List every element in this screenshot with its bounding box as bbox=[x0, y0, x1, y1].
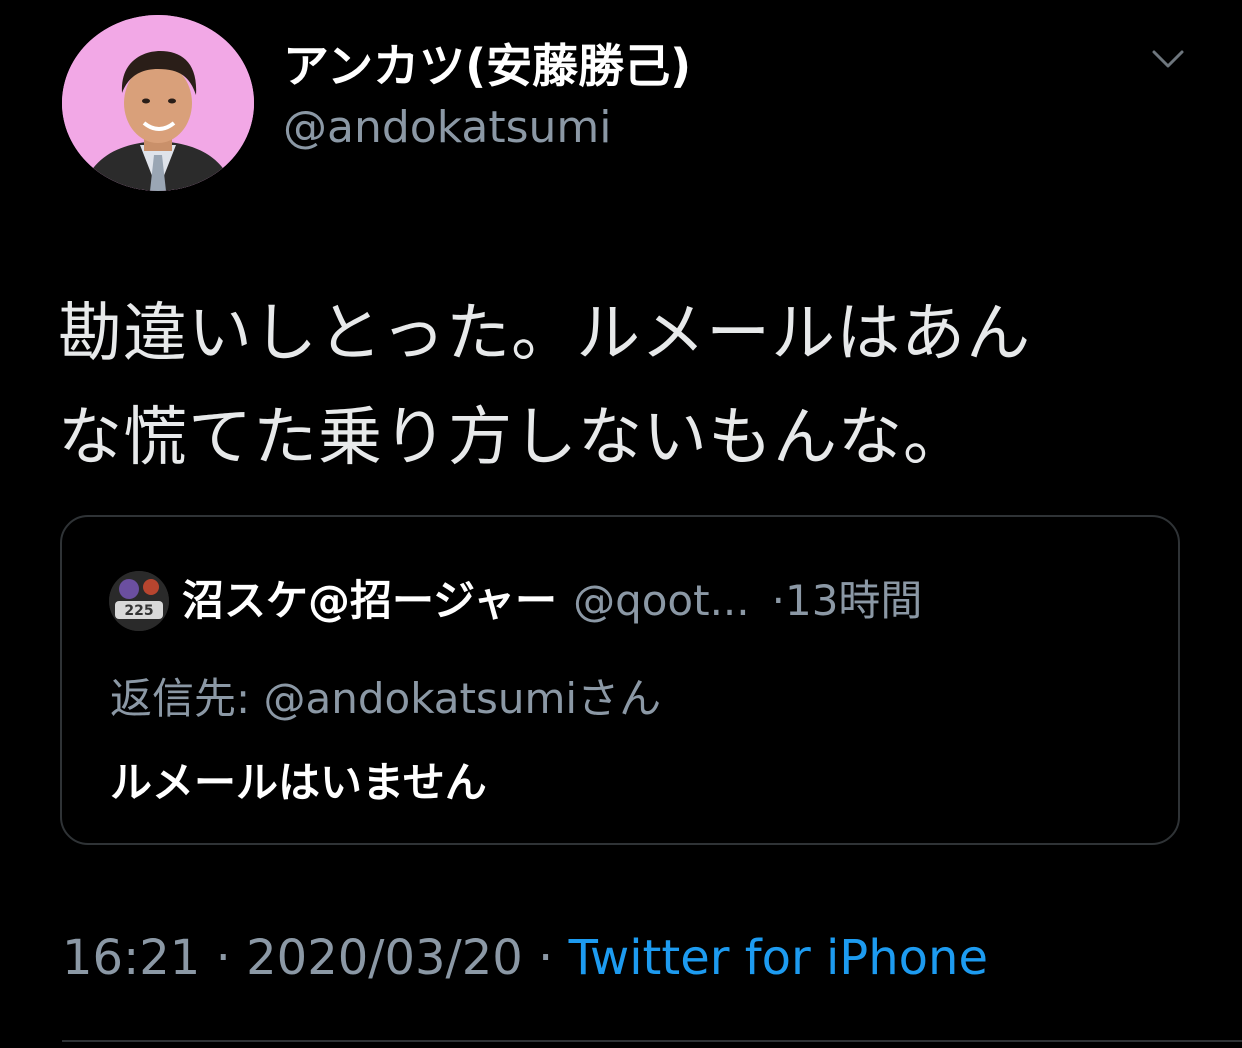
divider bbox=[62, 1040, 1242, 1042]
author-handle[interactable]: @andokatsumi bbox=[283, 102, 612, 153]
tweet-date: 2020/03/20 bbox=[246, 930, 523, 986]
tweet-text-line: 勘違いしとった。ルメールはあん bbox=[58, 297, 1032, 371]
quoted-tweet-header: 沼スケ@招ージャー @qoot... ·13時間 bbox=[182, 573, 922, 629]
tweet-time: 16:21 bbox=[62, 930, 201, 986]
quoted-reply-to: 返信先: @andokatsumiさん bbox=[110, 674, 662, 723]
author-avatar[interactable] bbox=[62, 15, 254, 191]
author-avatar-image bbox=[62, 15, 254, 191]
meta-separator: · bbox=[538, 930, 554, 986]
author-display-name[interactable]: アンカツ(安藤勝己) bbox=[283, 30, 691, 96]
svg-text:225: 225 bbox=[124, 603, 153, 619]
quoted-author-avatar: 225 bbox=[109, 571, 169, 631]
quoted-tweet-card[interactable]: 225 沼スケ@招ージャー @qoot... ·13時間 返信先: @andokat… bbox=[60, 515, 1180, 845]
tweet-source-link[interactable]: Twitter for iPhone bbox=[569, 930, 988, 986]
quoted-author-handle: @qoot... bbox=[573, 576, 750, 625]
chevron-down-icon[interactable] bbox=[1150, 44, 1186, 74]
quoted-tweet-text: ルメールはいません bbox=[110, 758, 487, 807]
tweet-text: 勘違いしとった。ルメールはあん な慌てた乗り方しないもんな。 bbox=[58, 282, 1188, 490]
quoted-author-name: 沼スケ@招ージャー bbox=[182, 576, 558, 625]
tweet-metadata: 16:21 · 2020/03/20 · Twitter for iPhone bbox=[62, 930, 988, 986]
tweet-text-line: な慌てた乗り方しないもんな。 bbox=[58, 401, 968, 475]
tweet-detail: アンカツ(安藤勝己) @andokatsumi 勘違いしとった。ルメールはあん … bbox=[0, 0, 1242, 1048]
quoted-tweet-time: ·13時間 bbox=[771, 576, 923, 625]
quoted-avatar-image: 225 bbox=[109, 571, 169, 631]
meta-separator: · bbox=[215, 930, 231, 986]
